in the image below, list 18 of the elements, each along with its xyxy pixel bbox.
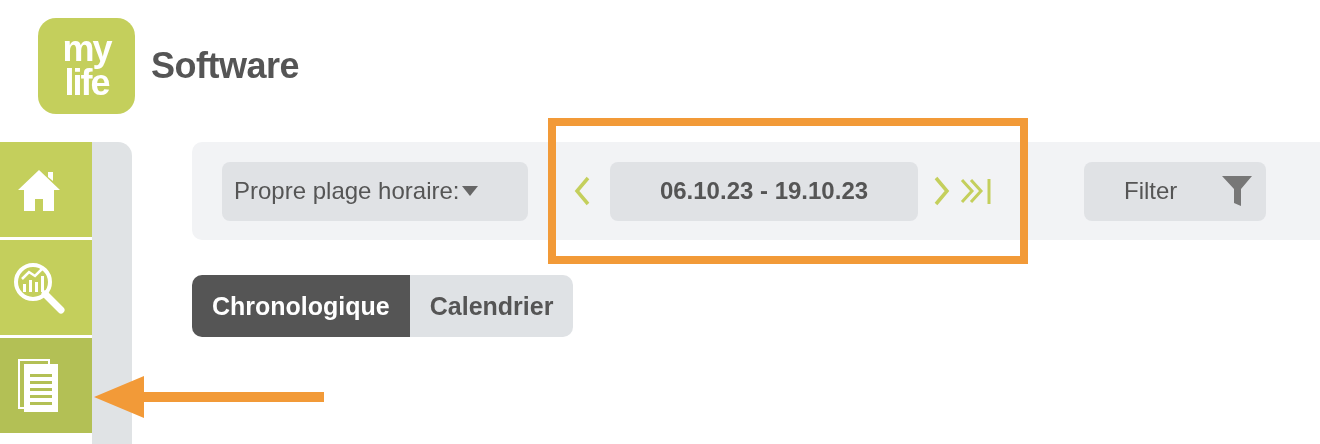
next-button[interactable] bbox=[934, 176, 950, 206]
sidebar-item[interactable] bbox=[0, 240, 92, 335]
chevron-left-icon bbox=[574, 176, 590, 206]
chevron-right-icon bbox=[934, 176, 950, 206]
filter-icon bbox=[1222, 176, 1252, 206]
date-range[interactable]: 06.10.23 - 19.10.23 bbox=[610, 161, 918, 221]
sidebar-item[interactable] bbox=[0, 142, 92, 237]
filter-button[interactable]: Filter bbox=[1084, 161, 1266, 221]
last-button[interactable] bbox=[960, 176, 992, 206]
view-tab[interactable]: Calendrier bbox=[409, 275, 574, 337]
documents-icon bbox=[18, 358, 60, 413]
dropdown-arrow-icon bbox=[461, 185, 480, 197]
previous-button[interactable] bbox=[574, 176, 590, 206]
sidebar-item[interactable] bbox=[0, 338, 92, 433]
skip-end-icon bbox=[960, 176, 992, 206]
view-tab[interactable]: Chronologique bbox=[192, 275, 410, 337]
app-name: Software bbox=[151, 45, 300, 87]
range-dropdown[interactable]: Propre plage horaire: bbox=[222, 161, 528, 221]
